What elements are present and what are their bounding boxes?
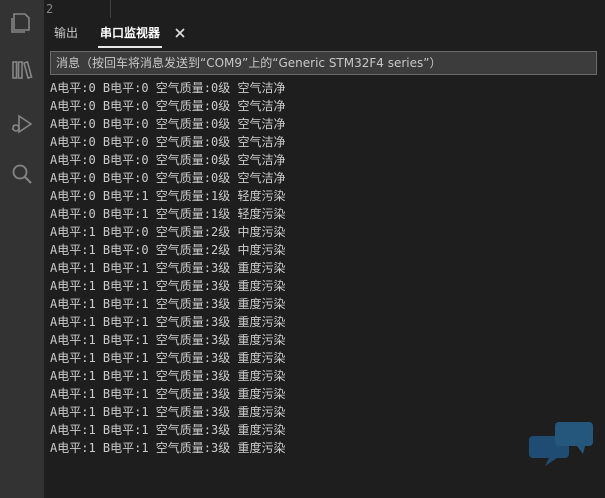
panel-tabbar: 输出 串口监视器 — [44, 18, 605, 48]
serial-line: A电平:0 B电平:0 空气质量:0级 空气洁净 — [50, 81, 286, 95]
serial-line: A电平:1 B电平:1 空气质量:3级 重度污染 — [50, 315, 286, 329]
editor-area — [44, 0, 605, 18]
bottom-panel: 输出 串口监视器 A电平:0 B电平:0 空气质量:0级 空气洁净A电平:0 B… — [44, 18, 605, 498]
serial-line: A电平:1 B电平:1 空气质量:3级 重度污染 — [50, 297, 286, 311]
tab-output[interactable]: 输出 — [54, 18, 78, 48]
tab-serial-monitor[interactable]: 串口监视器 — [98, 18, 163, 48]
watermark-logo — [529, 422, 593, 466]
serial-line: A电平:1 B电平:1 空气质量:3级 重度污染 — [50, 333, 286, 347]
serial-line: A电平:0 B电平:0 空气质量:0级 空气洁净 — [50, 135, 286, 149]
activity-bar — [0, 0, 44, 498]
serial-line: A电平:0 B电平:1 空气质量:1级 轻度污染 — [50, 189, 286, 203]
serial-line: A电平:1 B电平:0 空气质量:2级 中度污染 — [50, 243, 286, 257]
serial-line: A电平:1 B电平:1 空气质量:3级 重度污染 — [50, 261, 286, 275]
search-icon[interactable] — [10, 162, 34, 186]
active-tab-indicator — [98, 46, 163, 48]
serial-line: A电平:1 B电平:1 空气质量:3级 重度污染 — [50, 441, 286, 455]
tab-serial-monitor-label: 串口监视器 — [100, 26, 161, 40]
serial-line: A电平:1 B电平:1 空气质量:3级 重度污染 — [50, 351, 286, 365]
serial-line: A电平:0 B电平:0 空气质量:0级 空气洁净 — [50, 99, 286, 113]
explorer-icon[interactable] — [10, 10, 34, 34]
close-icon[interactable] — [174, 27, 186, 39]
debug-icon[interactable] — [10, 112, 34, 136]
serial-line: A电平:1 B电平:1 空气质量:3级 重度污染 — [50, 369, 286, 383]
message-input[interactable] — [50, 51, 597, 75]
serial-line: A电平:0 B电平:0 空气质量:0级 空气洁净 — [50, 171, 286, 185]
indent-guide — [110, 0, 111, 18]
serial-monitor-window: 2 输出 串口监视器 A电平:0 B电平:0 空气质量:0级 空气洁净A电平:0… — [0, 0, 605, 498]
serial-line: A电平:1 B电平:1 空气质量:3级 重度污染 — [50, 405, 286, 419]
line-number: 2 — [46, 2, 54, 16]
serial-line: A电平:1 B电平:1 空气质量:3级 重度污染 — [50, 423, 286, 437]
serial-line: A电平:1 B电平:1 空气质量:3级 重度污染 — [50, 279, 286, 293]
serial-line: A电平:1 B电平:1 空气质量:3级 重度污染 — [50, 387, 286, 401]
serial-line: A电平:0 B电平:0 空气质量:0级 空气洁净 — [50, 117, 286, 131]
serial-line: A电平:1 B电平:0 空气质量:2级 中度污染 — [50, 225, 286, 239]
serial-line: A电平:0 B电平:0 空气质量:0级 空气洁净 — [50, 153, 286, 167]
library-icon[interactable] — [10, 58, 34, 82]
serial-line: A电平:0 B电平:1 空气质量:1级 轻度污染 — [50, 207, 286, 221]
serial-output: A电平:0 B电平:0 空气质量:0级 空气洁净 A电平:0 B电平:0 空气质量… — [44, 79, 574, 479]
